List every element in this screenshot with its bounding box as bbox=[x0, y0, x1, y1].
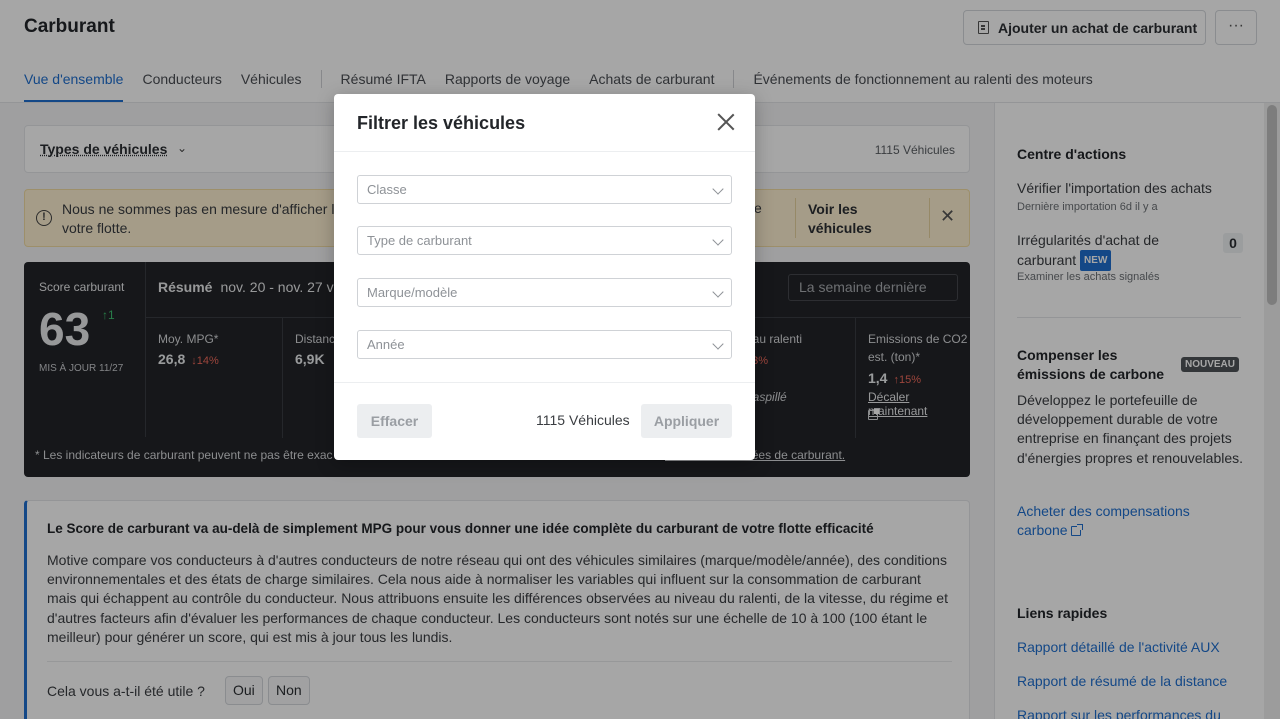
apply-button[interactable]: Appliquer bbox=[641, 404, 732, 438]
clear-button[interactable]: Effacer bbox=[357, 404, 432, 438]
modal-vehicle-count: 1115 Véhicules bbox=[536, 412, 630, 428]
chevron-down-icon bbox=[712, 234, 724, 246]
fuel-type-select-placeholder: Type de carburant bbox=[367, 233, 472, 248]
class-select[interactable]: Classe bbox=[357, 175, 732, 204]
class-select-placeholder: Classe bbox=[367, 182, 407, 197]
make-model-select[interactable]: Marque/modèle bbox=[357, 278, 732, 307]
year-select-placeholder: Année bbox=[367, 337, 405, 352]
year-select[interactable]: Année bbox=[357, 330, 732, 359]
divider bbox=[334, 382, 755, 383]
chevron-down-icon bbox=[712, 338, 724, 350]
divider bbox=[334, 151, 755, 152]
chevron-down-icon bbox=[712, 183, 724, 195]
chevron-down-icon bbox=[712, 286, 724, 298]
make-model-select-placeholder: Marque/modèle bbox=[367, 285, 458, 300]
fuel-type-select[interactable]: Type de carburant bbox=[357, 226, 732, 255]
modal-title: Filtrer les véhicules bbox=[357, 113, 526, 133]
filter-vehicles-modal: Filtrer les véhicules Classe Type de car… bbox=[334, 94, 755, 460]
close-icon[interactable] bbox=[715, 111, 737, 133]
